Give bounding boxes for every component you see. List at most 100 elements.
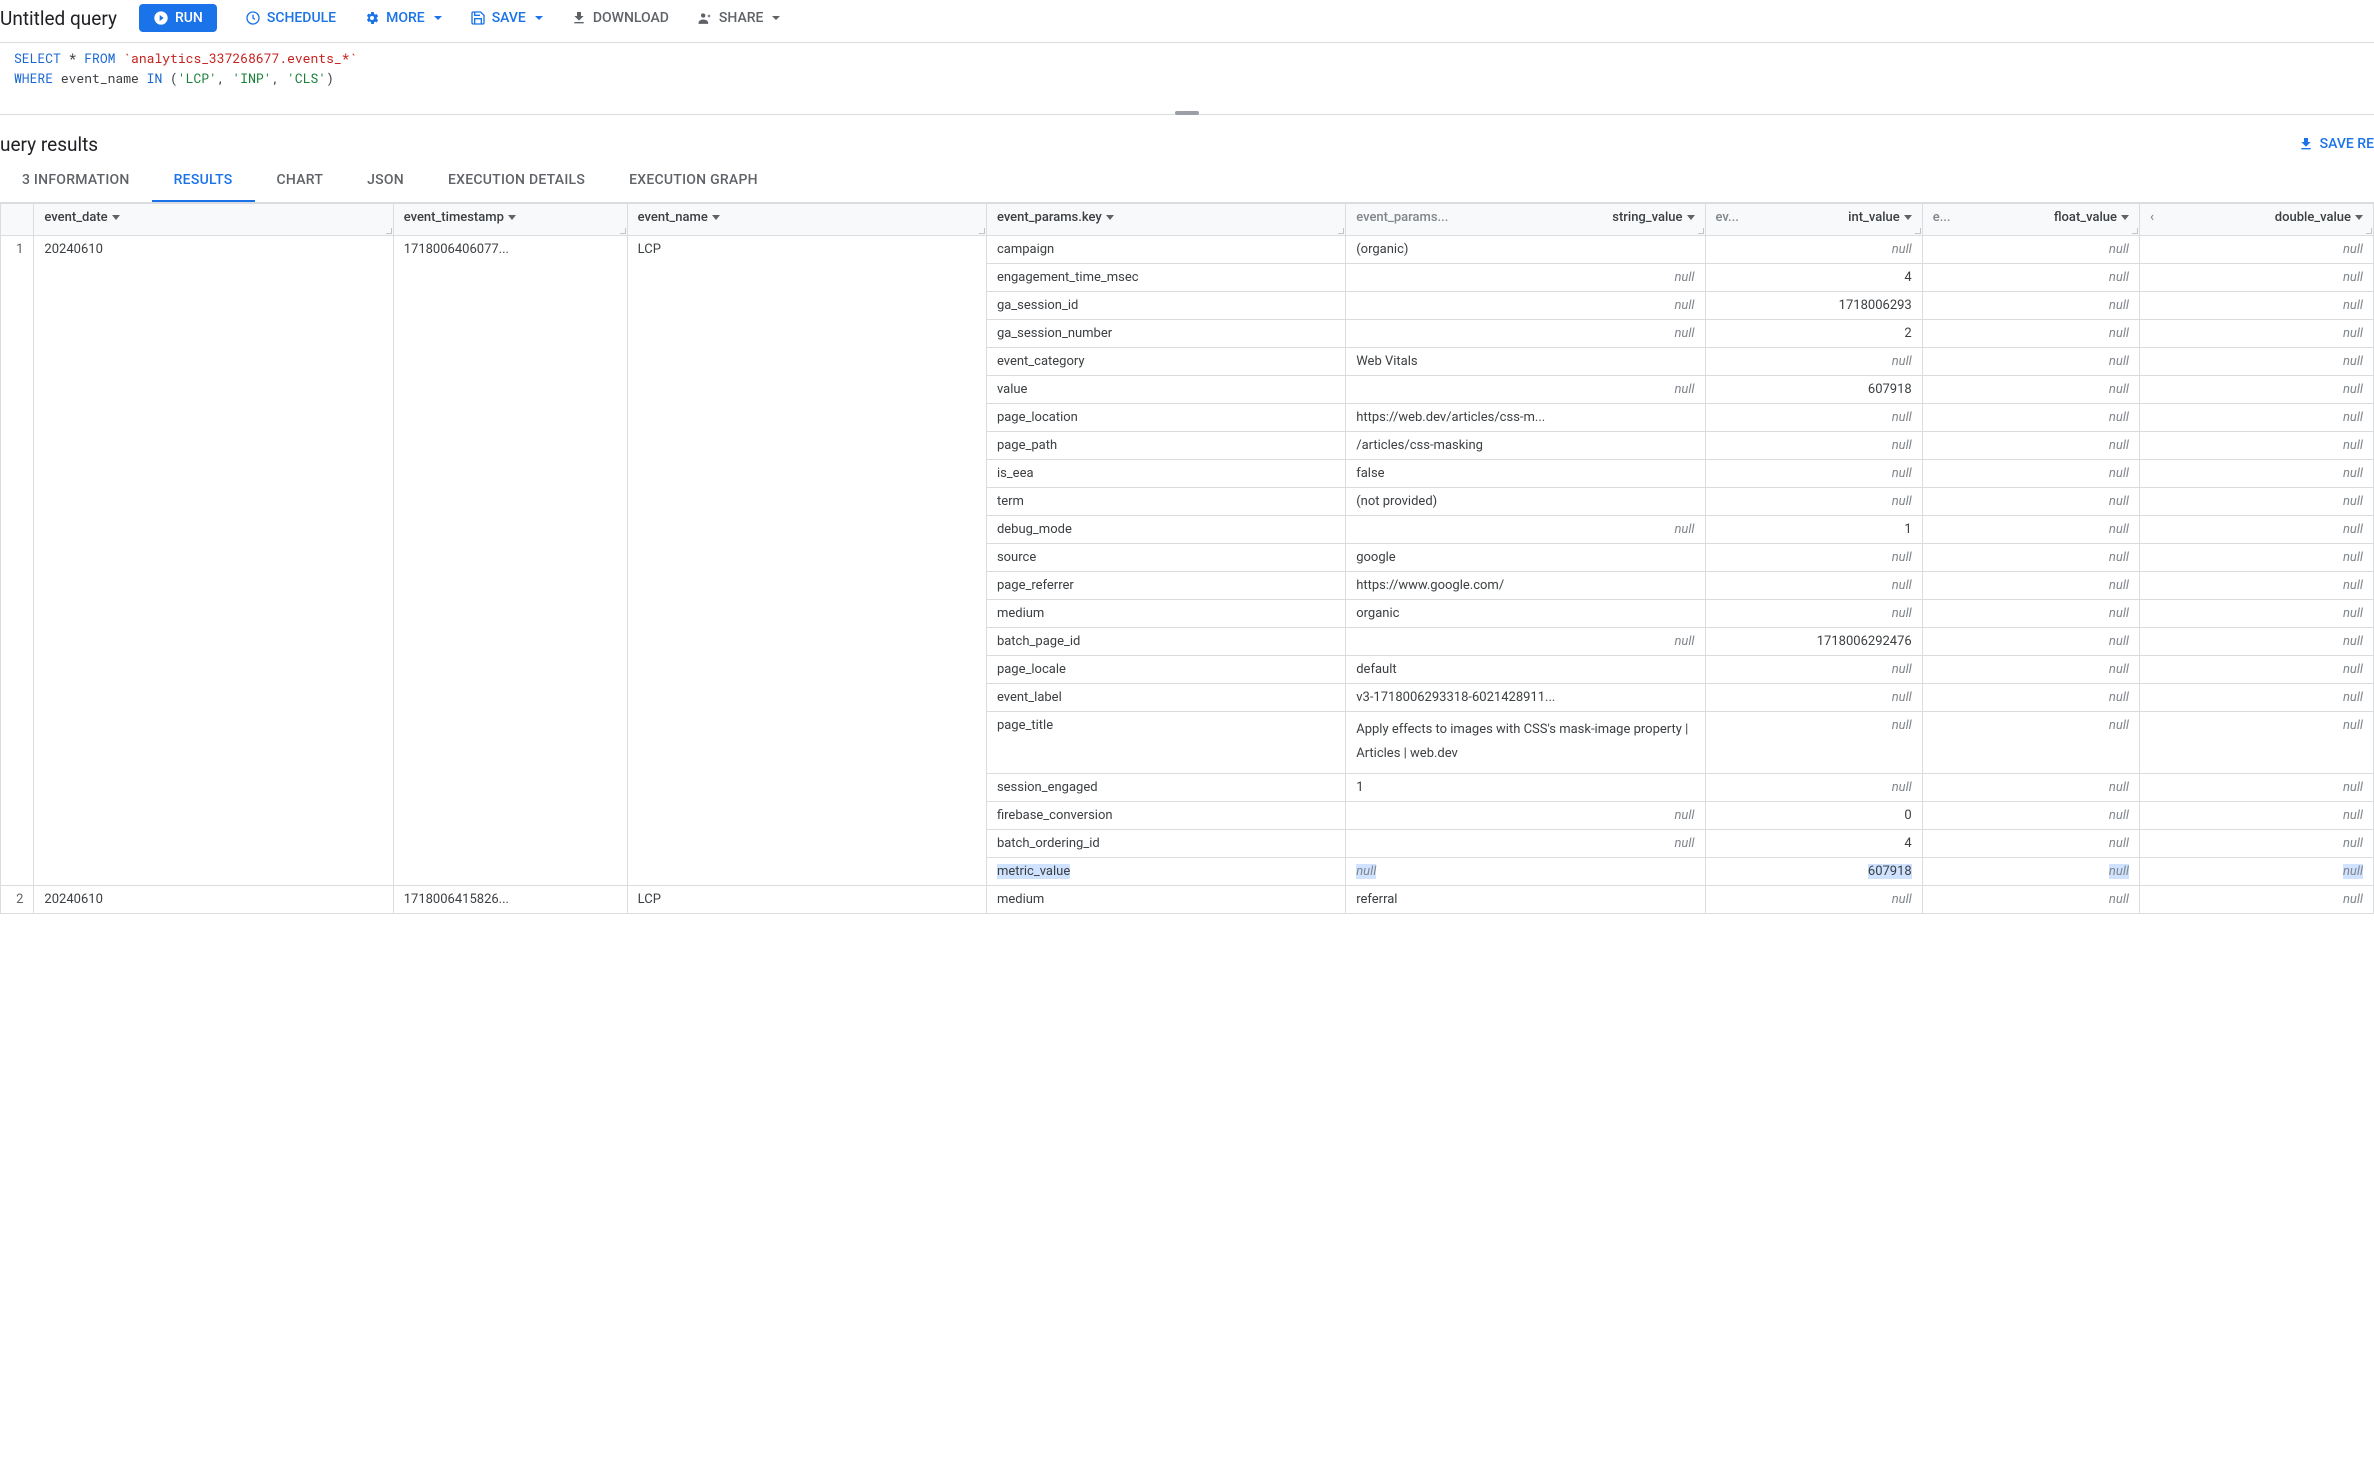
cell-param-key: source: [986, 543, 1345, 571]
resize-grip[interactable]: [2365, 227, 2373, 235]
menu-caret-icon[interactable]: [1904, 215, 1912, 220]
cell-int-value: null: [1705, 711, 1922, 773]
play-icon: [153, 10, 169, 26]
cell-double-value: null: [2139, 347, 2373, 375]
cell-double-value: null: [2139, 403, 2373, 431]
cell-float-value: null: [1922, 263, 2139, 291]
col-double-value[interactable]: ‹double_value: [2139, 203, 2373, 235]
resize-grip[interactable]: [385, 227, 393, 235]
cell-float-value: null: [1922, 459, 2139, 487]
results-tabs: 3 INFORMATIONRESULTSCHARTJSONEXECUTION D…: [0, 162, 2374, 203]
cell-param-key: debug_mode: [986, 515, 1345, 543]
cell-param-key: is_eea: [986, 459, 1345, 487]
cell-int-value: null: [1705, 885, 1922, 913]
cell-int-value: null: [1705, 403, 1922, 431]
clock-icon: [245, 10, 261, 26]
col-float-value[interactable]: e...float_value: [1922, 203, 2139, 235]
cell-double-value: null: [2139, 235, 2373, 263]
menu-caret-icon[interactable]: [2355, 215, 2363, 220]
schedule-button[interactable]: SCHEDULE: [233, 4, 348, 32]
resize-grip[interactable]: [2131, 227, 2139, 235]
col-event-params-key[interactable]: event_params.key: [986, 203, 1345, 235]
cell-param-key: session_engaged: [986, 773, 1345, 801]
download-button[interactable]: DOWNLOAD: [559, 4, 681, 32]
cell-float-value: null: [1922, 571, 2139, 599]
cell-string-value: v3-1718006293318-6021428911...: [1346, 683, 1705, 711]
col-event-date[interactable]: event_date: [34, 203, 393, 235]
col-int-value[interactable]: ev...int_value: [1705, 203, 1922, 235]
resize-grip[interactable]: [978, 227, 986, 235]
results-grid[interactable]: event_date event_timestamp event_name ev…: [0, 203, 2374, 914]
more-button[interactable]: MORE: [352, 4, 454, 32]
cell-double-value: null: [2139, 515, 2373, 543]
tab-execution-details[interactable]: EXECUTION DETAILS: [426, 162, 607, 202]
caret-down-icon: [434, 16, 442, 20]
cell-int-value: null: [1705, 347, 1922, 375]
cell-string-value: null: [1346, 801, 1705, 829]
table-row[interactable]: 1202406101718006406077...LCPcampaign(org…: [1, 235, 2374, 263]
tab-execution-graph[interactable]: EXECUTION GRAPH: [607, 162, 780, 202]
cell-int-value: null: [1705, 773, 1922, 801]
cell-param-key: ga_session_number: [986, 319, 1345, 347]
cell-param-key: batch_page_id: [986, 627, 1345, 655]
share-button[interactable]: SHARE: [685, 4, 793, 32]
cell-string-value: null: [1346, 515, 1705, 543]
cell-string-value: referral: [1346, 885, 1705, 913]
cell-param-key: batch_ordering_id: [986, 829, 1345, 857]
cell-double-value: null: [2139, 683, 2373, 711]
run-button[interactable]: RUN: [139, 4, 217, 32]
cell-event-name: LCP: [627, 885, 986, 913]
cell-double-value: null: [2139, 655, 2373, 683]
cell-float-value: null: [1922, 627, 2139, 655]
save-icon: [470, 10, 486, 26]
cell-string-value: null: [1346, 627, 1705, 655]
cell-event-date: 20240610: [34, 235, 393, 885]
resize-grip[interactable]: [1337, 227, 1345, 235]
menu-caret-icon[interactable]: [1687, 215, 1695, 220]
save-button[interactable]: SAVE: [458, 4, 555, 32]
results-title: uery results: [0, 133, 98, 156]
cell-int-value: 4: [1705, 263, 1922, 291]
cell-int-value: 1: [1705, 515, 1922, 543]
cell-string-value: false: [1346, 459, 1705, 487]
tab-json[interactable]: JSON: [345, 162, 426, 202]
menu-caret-icon[interactable]: [712, 215, 720, 220]
cell-double-value: null: [2139, 773, 2373, 801]
menu-caret-icon[interactable]: [508, 215, 516, 220]
cell-double-value: null: [2139, 487, 2373, 515]
caret-down-icon: [772, 16, 780, 20]
cell-float-value: null: [1922, 375, 2139, 403]
cell-double-value: null: [2139, 857, 2373, 885]
menu-caret-icon[interactable]: [2121, 215, 2129, 220]
table-row[interactable]: 2202406101718006415826...LCPmediumreferr…: [1, 885, 2374, 913]
cell-string-value: 1: [1346, 773, 1705, 801]
sql-editor[interactable]: SELECT * FROM `analytics_337268677.event…: [0, 43, 2374, 115]
share-icon: [697, 10, 713, 26]
col-row-index[interactable]: [1, 203, 34, 235]
cell-param-key: firebase_conversion: [986, 801, 1345, 829]
cell-int-value: 1718006292476: [1705, 627, 1922, 655]
cell-string-value: null: [1346, 829, 1705, 857]
cell-string-value: https://web.dev/articles/css-m...: [1346, 403, 1705, 431]
menu-caret-icon[interactable]: [1106, 215, 1114, 220]
cell-string-value: Web Vitals: [1346, 347, 1705, 375]
resize-grip[interactable]: [619, 227, 627, 235]
cell-float-value: null: [1922, 403, 2139, 431]
tab-3-information[interactable]: 3 INFORMATION: [0, 162, 152, 202]
col-event-timestamp[interactable]: event_timestamp: [393, 203, 627, 235]
resize-grip[interactable]: [1697, 227, 1705, 235]
tab-chart[interactable]: CHART: [255, 162, 346, 202]
tab-results[interactable]: RESULTS: [152, 162, 255, 202]
resize-handle[interactable]: [1175, 111, 1199, 115]
cell-double-value: null: [2139, 431, 2373, 459]
resize-grip[interactable]: [1914, 227, 1922, 235]
cell-double-value: null: [2139, 291, 2373, 319]
cell-string-value: null: [1346, 263, 1705, 291]
cell-string-value: Apply effects to images with CSS's mask-…: [1346, 711, 1705, 773]
menu-caret-icon[interactable]: [112, 215, 120, 220]
col-string-value[interactable]: event_params...string_value: [1346, 203, 1705, 235]
cell-int-value: null: [1705, 571, 1922, 599]
col-event-name[interactable]: event_name: [627, 203, 986, 235]
save-results-button[interactable]: SAVE RE: [2298, 136, 2374, 152]
cell-param-key: page_path: [986, 431, 1345, 459]
